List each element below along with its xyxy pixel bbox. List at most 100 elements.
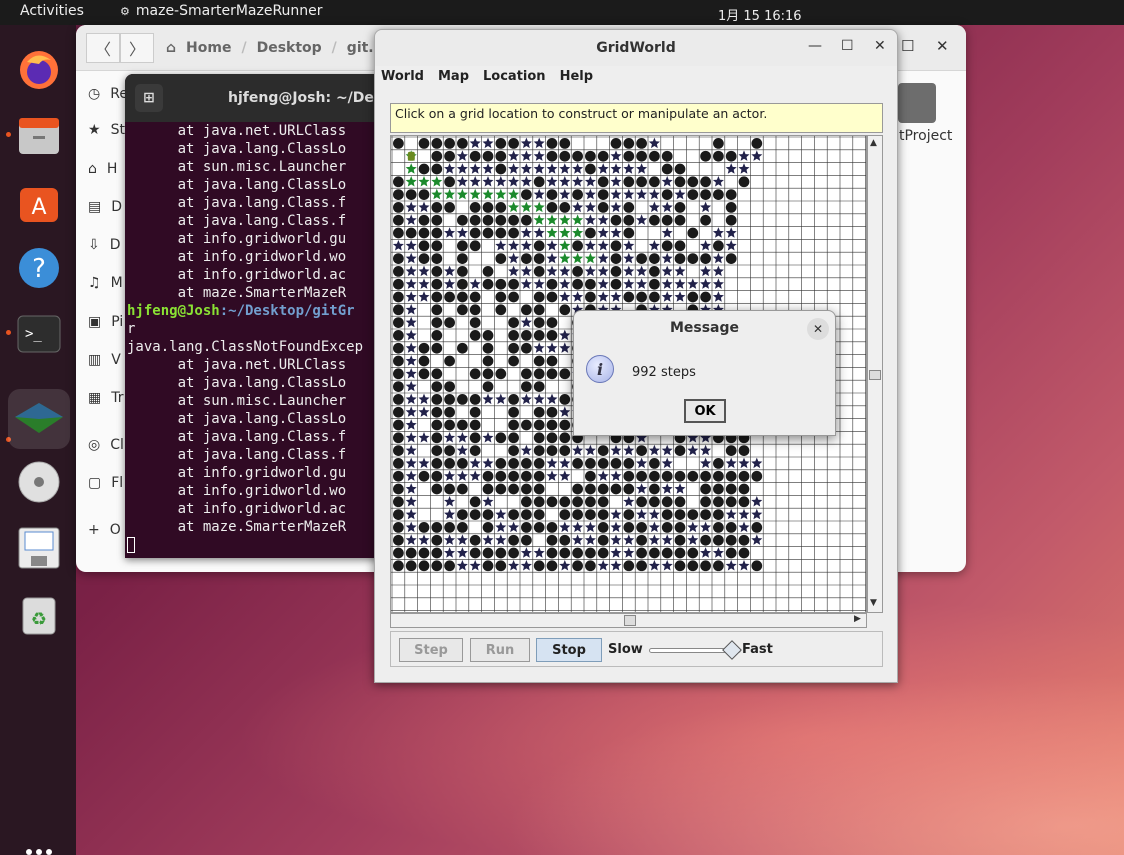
flower-icon[interactable] bbox=[610, 150, 622, 161]
rock-icon[interactable] bbox=[725, 534, 737, 546]
rock-icon[interactable] bbox=[418, 522, 430, 533]
rock-icon[interactable] bbox=[738, 496, 750, 508]
rock-icon[interactable] bbox=[649, 150, 660, 162]
flower-icon[interactable] bbox=[405, 368, 417, 379]
rock-icon[interactable] bbox=[559, 419, 571, 431]
rock-icon[interactable] bbox=[533, 330, 545, 341]
visited-flower-icon[interactable] bbox=[431, 176, 443, 187]
flower-icon[interactable] bbox=[648, 521, 660, 533]
rock-icon[interactable] bbox=[533, 432, 545, 444]
rock-icon[interactable] bbox=[546, 368, 558, 380]
rock-icon[interactable] bbox=[431, 419, 443, 431]
flower-icon[interactable] bbox=[623, 265, 635, 277]
flower-icon[interactable] bbox=[405, 329, 417, 341]
flower-icon[interactable] bbox=[559, 560, 571, 571]
flower-icon[interactable] bbox=[469, 470, 481, 481]
flower-icon[interactable] bbox=[687, 444, 699, 456]
visited-flower-icon[interactable] bbox=[508, 188, 520, 200]
flower-icon[interactable] bbox=[572, 521, 584, 533]
rock-icon[interactable] bbox=[738, 547, 750, 559]
rock-icon[interactable] bbox=[546, 547, 558, 559]
rock-icon[interactable] bbox=[674, 445, 686, 456]
flower-icon[interactable] bbox=[546, 240, 558, 251]
flower-icon[interactable] bbox=[597, 560, 609, 571]
rock-icon[interactable] bbox=[533, 496, 545, 508]
flower-icon[interactable] bbox=[700, 521, 712, 533]
visited-flower-icon[interactable] bbox=[559, 214, 571, 225]
flower-icon[interactable] bbox=[508, 150, 520, 161]
rock-icon[interactable] bbox=[482, 368, 494, 380]
flower-icon[interactable] bbox=[533, 163, 545, 174]
rock-icon[interactable] bbox=[457, 240, 468, 252]
rock-icon[interactable] bbox=[713, 138, 724, 149]
rock-icon[interactable] bbox=[674, 163, 686, 175]
rock-icon[interactable] bbox=[521, 483, 532, 495]
flower-icon[interactable] bbox=[508, 521, 520, 533]
rock-icon[interactable] bbox=[585, 509, 596, 520]
rock-icon[interactable] bbox=[418, 163, 430, 175]
rock-icon[interactable] bbox=[636, 291, 647, 303]
rock-icon[interactable] bbox=[482, 150, 494, 162]
flower-icon[interactable] bbox=[610, 534, 622, 545]
rock-icon[interactable] bbox=[393, 496, 404, 508]
rock-icon[interactable] bbox=[457, 291, 468, 303]
vertical-scroll-thumb[interactable] bbox=[869, 370, 881, 380]
rock-icon[interactable] bbox=[585, 278, 596, 290]
rock-icon[interactable] bbox=[597, 445, 609, 456]
rock-icon[interactable] bbox=[469, 202, 481, 213]
flower-icon[interactable] bbox=[661, 457, 673, 469]
flower-icon[interactable] bbox=[508, 163, 520, 174]
rock-icon[interactable] bbox=[508, 534, 519, 546]
flower-icon[interactable] bbox=[533, 137, 545, 149]
flower-icon[interactable] bbox=[559, 521, 571, 533]
rock-icon[interactable] bbox=[469, 330, 481, 341]
flower-icon[interactable] bbox=[495, 521, 507, 533]
flower-icon[interactable] bbox=[636, 214, 648, 225]
flower-icon[interactable] bbox=[495, 393, 507, 405]
flower-icon[interactable] bbox=[520, 265, 532, 277]
menu-map[interactable]: Map bbox=[438, 66, 469, 88]
rock-icon[interactable] bbox=[469, 534, 481, 546]
sidebar-item-documents[interactable]: ▤ D bbox=[88, 196, 122, 218]
flower-icon[interactable] bbox=[648, 560, 660, 571]
rock-icon[interactable] bbox=[393, 176, 404, 188]
terminal-window[interactable]: ⊞ hjfeng@Josh: ~/Desk at java.net.URLCla… bbox=[125, 74, 387, 558]
rock-icon[interactable] bbox=[751, 522, 763, 533]
rock-icon[interactable] bbox=[572, 278, 583, 290]
rock-icon[interactable] bbox=[738, 470, 750, 482]
rock-icon[interactable] bbox=[521, 470, 532, 482]
rock-icon[interactable] bbox=[431, 470, 443, 482]
rock-icon[interactable] bbox=[393, 445, 404, 456]
flower-icon[interactable] bbox=[572, 163, 584, 174]
flower-icon[interactable] bbox=[661, 560, 673, 571]
flower-icon[interactable] bbox=[469, 560, 481, 571]
visited-flower-icon[interactable] bbox=[546, 227, 558, 238]
flower-icon[interactable] bbox=[610, 176, 622, 187]
rock-icon[interactable] bbox=[482, 509, 494, 520]
rock-icon[interactable] bbox=[431, 368, 443, 380]
rock-icon[interactable] bbox=[546, 560, 558, 572]
rock-icon[interactable] bbox=[725, 214, 737, 226]
rock-icon[interactable] bbox=[444, 522, 455, 533]
flower-icon[interactable] bbox=[508, 252, 520, 264]
flower-icon[interactable] bbox=[725, 163, 737, 174]
rock-icon[interactable] bbox=[623, 227, 635, 239]
flower-icon[interactable] bbox=[725, 240, 737, 251]
rock-icon[interactable] bbox=[713, 458, 724, 469]
rock-icon[interactable] bbox=[495, 560, 507, 572]
rock-icon[interactable] bbox=[393, 291, 404, 303]
flower-icon[interactable] bbox=[648, 534, 660, 545]
flower-icon[interactable] bbox=[495, 508, 507, 520]
rock-icon[interactable] bbox=[533, 176, 545, 188]
flower-icon[interactable] bbox=[674, 188, 686, 200]
rock-icon[interactable] bbox=[636, 150, 647, 162]
flower-icon[interactable] bbox=[546, 265, 558, 277]
rock-icon[interactable] bbox=[725, 253, 737, 264]
flower-icon[interactable] bbox=[610, 470, 622, 481]
flower-icon[interactable] bbox=[418, 406, 430, 417]
flower-icon[interactable] bbox=[687, 534, 699, 545]
flower-icon[interactable] bbox=[610, 227, 622, 238]
rock-icon[interactable] bbox=[418, 470, 430, 482]
rock-icon[interactable] bbox=[431, 291, 443, 303]
rock-icon[interactable] bbox=[636, 522, 647, 533]
